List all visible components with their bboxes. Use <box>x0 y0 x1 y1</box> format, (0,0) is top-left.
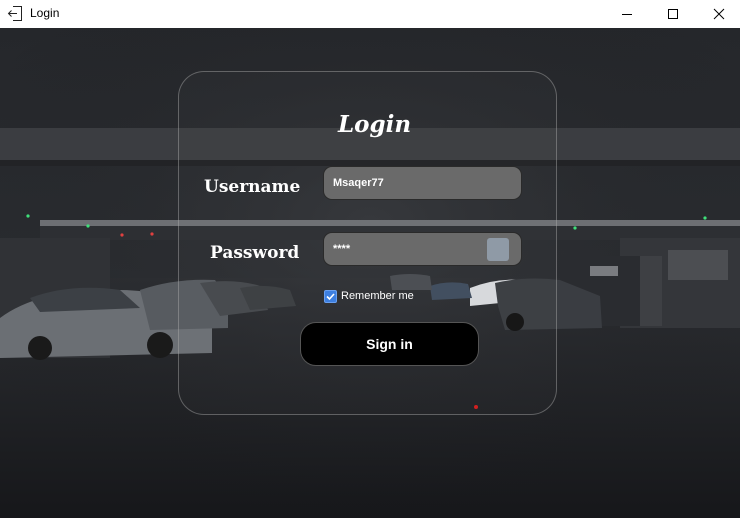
close-icon <box>713 8 725 20</box>
login-heading: Login <box>338 111 412 138</box>
minimize-button[interactable] <box>604 0 650 28</box>
remember-me-checkbox[interactable] <box>324 289 337 303</box>
title-bar: Login <box>0 0 740 28</box>
remember-me-option[interactable]: Remember me <box>324 289 414 303</box>
remember-me-label: Remember me <box>341 290 414 302</box>
maximize-icon <box>667 8 679 20</box>
sign-out-icon <box>7 5 23 22</box>
username-label: Username <box>204 177 301 197</box>
checkmark-icon <box>326 292 335 300</box>
status-dot <box>474 405 478 409</box>
username-value: Msaqer77 <box>333 177 384 189</box>
sign-in-button[interactable]: Sign in <box>300 322 479 366</box>
maximize-button[interactable] <box>650 0 696 28</box>
show-password-button[interactable] <box>487 238 509 261</box>
password-field[interactable]: **** <box>323 232 522 266</box>
password-label: Password <box>210 243 300 263</box>
window-title: Login <box>30 6 60 20</box>
minimize-icon <box>621 8 633 20</box>
password-value: **** <box>333 243 351 255</box>
close-button[interactable] <box>696 0 740 28</box>
username-field[interactable]: Msaqer77 <box>323 166 522 200</box>
